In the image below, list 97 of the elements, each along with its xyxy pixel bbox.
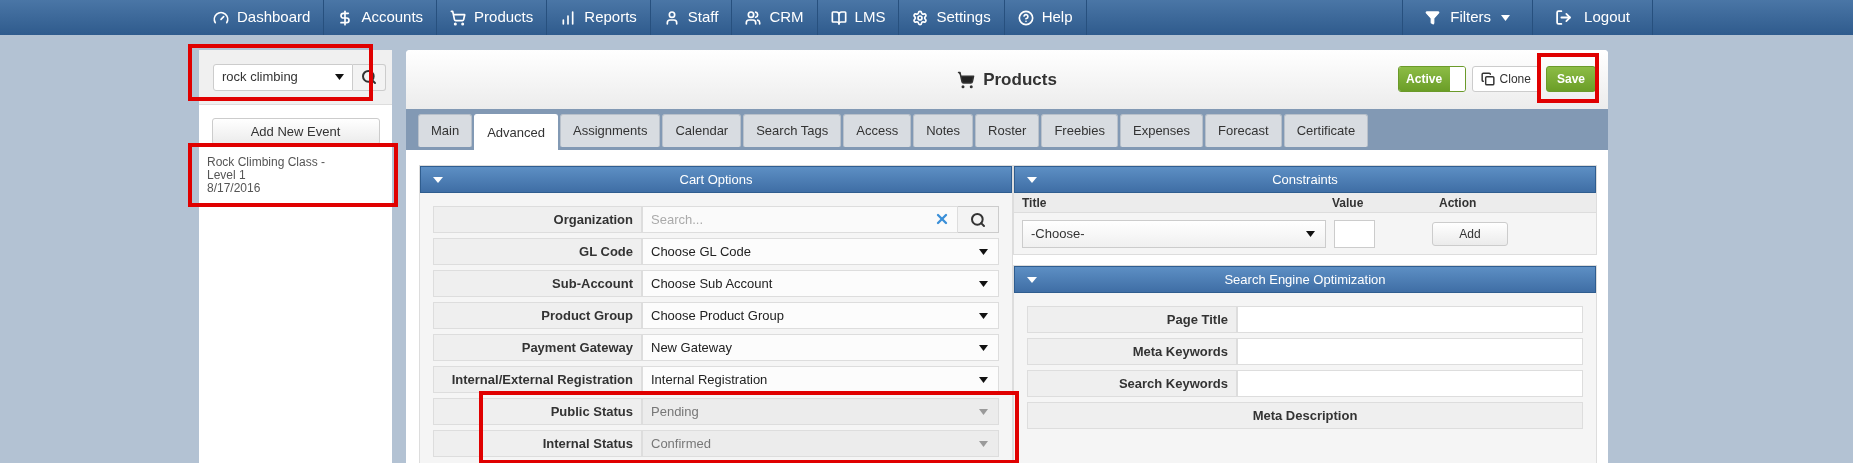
- field-label: Search Keywords: [1027, 370, 1237, 397]
- caret-icon: [1306, 230, 1315, 237]
- event-item[interactable]: Rock Climbing Class - Level 1 8/17/2016: [199, 153, 392, 206]
- add-button[interactable]: Add: [1432, 221, 1508, 246]
- page-title: Products: [983, 68, 1057, 91]
- caret-icon: [979, 312, 988, 319]
- cart-icon: [957, 70, 976, 89]
- value-field[interactable]: [1334, 219, 1375, 248]
- tab[interactable]: Search Tags: [743, 114, 842, 147]
- select-value: Choose Sub Account: [651, 274, 773, 293]
- field-label: Payment Gateway: [433, 334, 642, 361]
- text-field[interactable]: [1237, 306, 1583, 333]
- select-field[interactable]: Internal Registration: [642, 366, 999, 393]
- tab[interactable]: Expenses: [1120, 114, 1204, 147]
- column-header: Action: [1439, 194, 1477, 212]
- field-label: Internal Status: [433, 430, 642, 457]
- clone-button[interactable]: Clone: [1471, 66, 1540, 92]
- tab[interactable]: Access: [843, 114, 912, 147]
- tab[interactable]: Main: [418, 114, 473, 147]
- caret-icon: [979, 344, 988, 351]
- field-label: Product Group: [433, 302, 642, 329]
- panel-title: Search Engine Optimization: [1224, 270, 1386, 289]
- search-icon: [970, 211, 986, 228]
- tab[interactable]: Calendar: [662, 114, 742, 147]
- nav-link[interactable]: Dashboard: [200, 0, 325, 35]
- caret-icon: [979, 408, 988, 415]
- organization-search-field[interactable]: Search...: [642, 206, 958, 233]
- select-field[interactable]: Choose GL Code: [642, 238, 999, 265]
- nav-link[interactable]: Help: [1004, 0, 1087, 35]
- nav-link[interactable]: Settings: [899, 0, 1005, 35]
- collapse-icon[interactable]: [1027, 177, 1037, 183]
- select-value: Pending: [651, 402, 699, 421]
- caret-icon: [979, 440, 988, 447]
- select-value: -Choose-: [1031, 224, 1085, 243]
- search-button[interactable]: [958, 206, 999, 233]
- text-field[interactable]: [1237, 370, 1583, 397]
- select-value: Choose GL Code: [651, 242, 751, 261]
- nav-link[interactable]: Reports: [547, 0, 651, 35]
- select-value: Internal Registration: [651, 370, 768, 389]
- cart-icon: [450, 9, 467, 26]
- field-label: Organization: [433, 206, 642, 233]
- nav-link[interactable]: Accounts: [324, 0, 438, 35]
- gauge-icon: [213, 9, 229, 26]
- tab[interactable]: Advanced: [474, 114, 558, 150]
- event-search-field[interactable]: rock climbing: [213, 63, 353, 91]
- caret-icon: [979, 280, 988, 287]
- collapse-icon[interactable]: [433, 177, 443, 183]
- field-label: GL Code: [433, 238, 642, 265]
- text-field[interactable]: [1237, 338, 1583, 365]
- nav-link[interactable]: CRM: [732, 0, 818, 35]
- field-label: Page Title: [1027, 306, 1237, 333]
- tab[interactable]: Notes: [913, 114, 974, 147]
- constraint-select[interactable]: -Choose-: [1022, 219, 1326, 248]
- tab[interactable]: Certificate: [1283, 114, 1369, 147]
- select-field[interactable]: New Gateway: [642, 334, 999, 361]
- panel-title: Cart Options: [679, 170, 753, 189]
- select-field[interactable]: Choose Sub Account: [642, 270, 999, 297]
- search-icon: [361, 69, 377, 85]
- select-value: New Gateway: [651, 338, 732, 357]
- panel-title: Constraints: [1272, 170, 1338, 189]
- field-label: Internal/External Registration: [433, 366, 642, 393]
- column-header: Title: [1022, 194, 1048, 212]
- nav-link[interactable]: Staff: [650, 0, 733, 35]
- event-title: Rock Climbing Class - Level 1: [207, 156, 327, 182]
- event-date: 8/17/2016: [207, 182, 262, 195]
- add-event-button[interactable]: Add New Event: [211, 118, 380, 145]
- description-header: Meta Description: [1027, 402, 1583, 429]
- logout-link[interactable]: Logout: [1533, 0, 1653, 35]
- caret-icon: [979, 376, 988, 383]
- caret-icon: [979, 248, 988, 255]
- select-field[interactable]: Choose Product Group: [642, 302, 999, 329]
- nav-link[interactable]: LMS: [817, 0, 900, 35]
- nav-link[interactable]: Products: [437, 0, 548, 35]
- users-icon: [745, 9, 762, 26]
- copy-icon: [1480, 72, 1495, 86]
- column-header: Value: [1332, 194, 1365, 212]
- logout-icon: [1555, 9, 1573, 26]
- caret-icon: [1501, 14, 1511, 21]
- settings-icon: [912, 9, 929, 26]
- select-value: Confirmed: [651, 434, 711, 453]
- tab[interactable]: Assignments: [560, 114, 661, 147]
- caret-icon: [335, 74, 344, 80]
- tab[interactable]: Freebies: [1041, 114, 1118, 147]
- select-value: Choose Product Group: [651, 306, 784, 325]
- help-icon: [1017, 9, 1034, 26]
- clear-icon[interactable]: [934, 211, 950, 227]
- tab[interactable]: Roster: [975, 114, 1040, 147]
- tab[interactable]: Forecast: [1205, 114, 1282, 147]
- filters-link[interactable]: Filters: [1402, 0, 1534, 35]
- field-label: Public Status: [433, 398, 642, 425]
- field-label: Sub-Account: [433, 270, 642, 297]
- filter-icon: [1425, 10, 1441, 25]
- bar-chart-icon: [560, 9, 577, 26]
- collapse-icon[interactable]: [1027, 277, 1037, 283]
- field-label: Meta Keywords: [1027, 338, 1237, 365]
- search-value: rock climbing: [222, 68, 298, 87]
- book-icon: [830, 9, 847, 26]
